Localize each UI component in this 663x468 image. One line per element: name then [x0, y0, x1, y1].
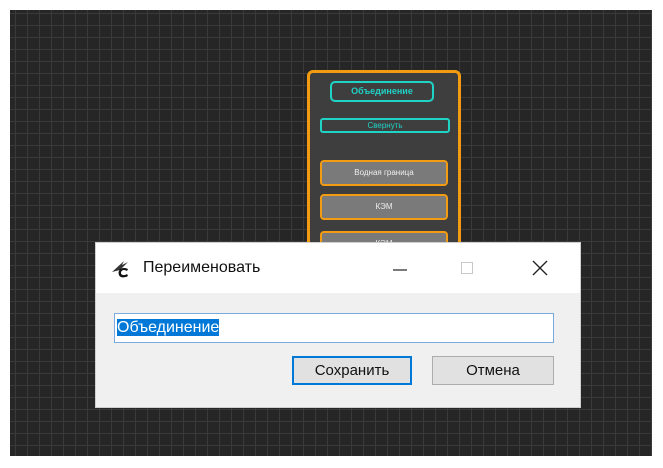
maximize-icon — [461, 262, 473, 274]
dialog-titlebar[interactable]: Переименовать — [96, 243, 580, 293]
minimize-icon — [393, 269, 407, 271]
rename-dialog: Переименовать Объединение Сохранить Отме… — [96, 243, 580, 407]
dialog-title: Переименовать — [143, 259, 261, 276]
minimize-button[interactable] — [376, 243, 422, 293]
node-title[interactable]: Объединение — [330, 81, 434, 102]
node-item-water-boundary[interactable]: Водная граница — [320, 160, 448, 186]
node-collapse-button[interactable]: Свернуть — [320, 118, 450, 133]
save-button[interactable]: Сохранить — [292, 356, 412, 385]
name-input[interactable]: Объединение — [114, 313, 554, 343]
close-icon — [532, 260, 548, 276]
node-item-kem-1[interactable]: КЭМ — [320, 194, 448, 220]
close-button[interactable] — [516, 243, 562, 293]
cancel-button[interactable]: Отмена — [432, 356, 554, 385]
dialog-body: Объединение Сохранить Отмена — [96, 293, 580, 407]
app-icon — [112, 261, 128, 278]
selected-text: Объединение — [117, 319, 220, 336]
maximize-button[interactable] — [446, 243, 492, 293]
